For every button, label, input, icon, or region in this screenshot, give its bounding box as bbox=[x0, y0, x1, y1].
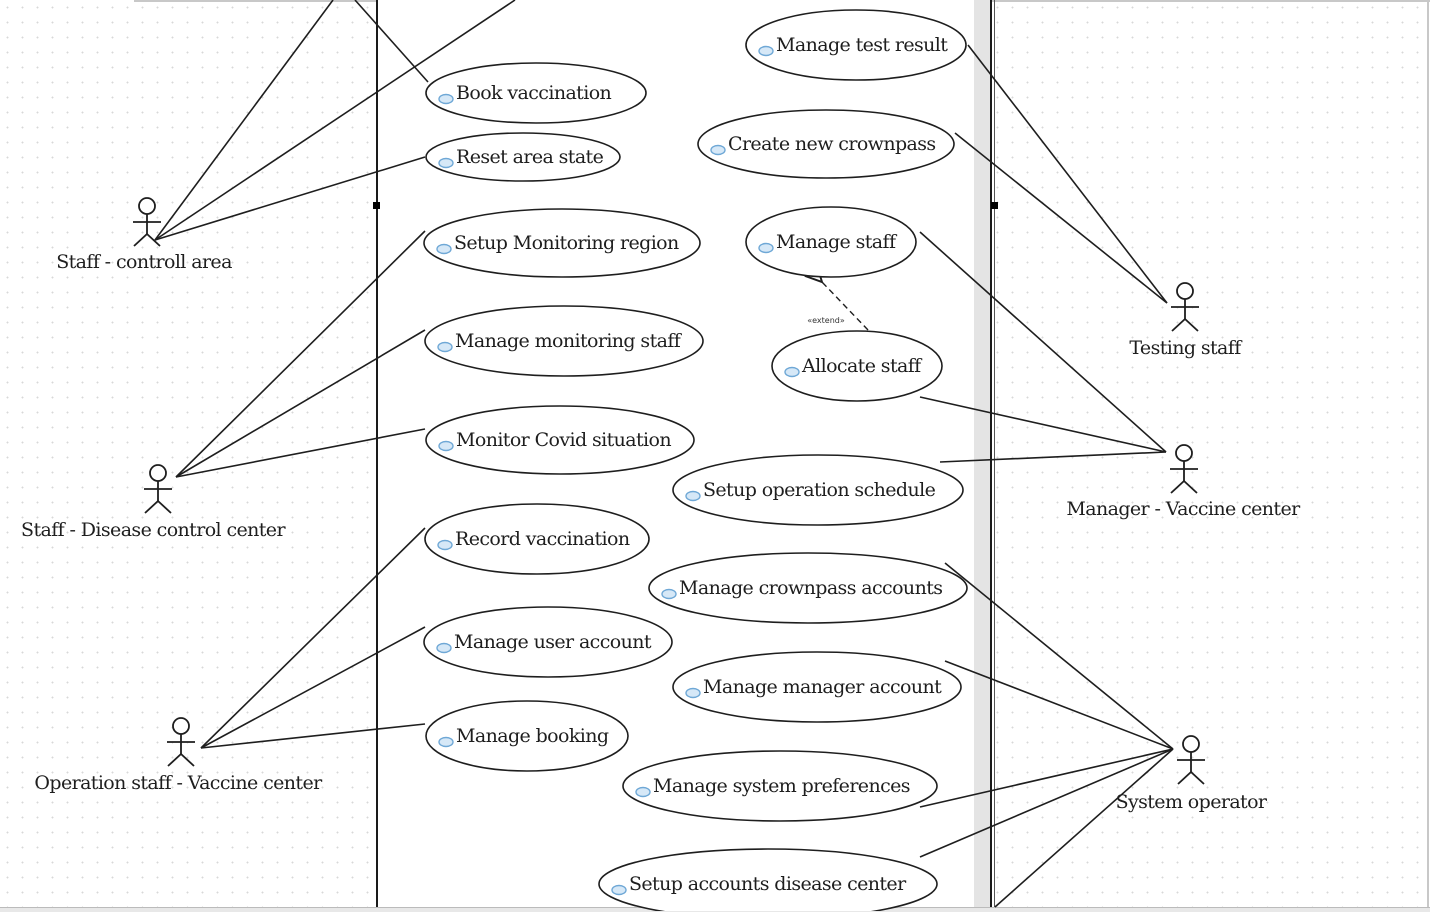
use-case-icon bbox=[758, 242, 774, 254]
use-case[interactable]: Reset area state bbox=[425, 132, 621, 182]
actor[interactable]: Staff - controll area bbox=[56, 197, 233, 273]
association-line[interactable] bbox=[175, 428, 426, 478]
association-line[interactable] bbox=[944, 660, 1174, 750]
use-case[interactable]: Monitor Covid situation bbox=[425, 405, 695, 475]
actor[interactable]: Staff - Disease control center bbox=[21, 464, 287, 541]
association-line[interactable] bbox=[954, 132, 1168, 304]
actor-stick-figure-icon bbox=[167, 717, 195, 767]
use-case-label: Manage booking bbox=[456, 725, 609, 747]
use-case-icon bbox=[438, 157, 454, 169]
use-case-label: Create new crownpass bbox=[728, 133, 936, 155]
actor-stick-figure-icon bbox=[1177, 735, 1205, 785]
association-line[interactable] bbox=[154, 0, 516, 241]
actor-stick-figure-icon bbox=[1171, 282, 1199, 332]
use-case[interactable]: Setup accounts disease center bbox=[598, 848, 938, 911]
actor[interactable]: System operator bbox=[1116, 735, 1269, 813]
use-case-label: Manage test result bbox=[776, 34, 948, 56]
use-case[interactable]: Manage test result bbox=[745, 9, 967, 81]
actor[interactable]: Testing staff bbox=[1129, 282, 1244, 359]
use-case-label: Manage user account bbox=[454, 631, 652, 653]
use-case-label: Setup operation schedule bbox=[703, 479, 936, 501]
use-case-icon bbox=[758, 45, 774, 57]
association-line[interactable] bbox=[200, 626, 426, 749]
use-case-icon bbox=[436, 642, 452, 654]
use-case[interactable]: Manage manager account bbox=[672, 651, 962, 723]
use-case-label: Record vaccination bbox=[455, 528, 630, 550]
use-case-icon bbox=[635, 786, 651, 798]
actor-label: Operation staff - Vaccine center bbox=[34, 772, 323, 794]
use-case[interactable]: Manage staff bbox=[745, 206, 917, 278]
actors-layer: Staff - controll area Staff - Disease con… bbox=[21, 197, 1302, 813]
use-case-label: Monitor Covid situation bbox=[456, 429, 671, 451]
use-case-icon bbox=[437, 341, 453, 353]
extend-stereotype-label: «extend» bbox=[807, 316, 845, 325]
use-case[interactable]: Manage monitoring staff bbox=[424, 305, 704, 377]
use-case[interactable]: Record vaccination bbox=[424, 503, 650, 575]
use-case-icon bbox=[436, 243, 452, 255]
use-case-icon bbox=[784, 366, 800, 378]
use-case-icon bbox=[611, 884, 627, 896]
use-case[interactable]: Setup operation schedule bbox=[672, 454, 964, 526]
association-line[interactable] bbox=[994, 748, 1174, 908]
actor-stick-figure-icon bbox=[1170, 444, 1198, 494]
use-case-icon bbox=[438, 736, 454, 748]
use-case-label: Allocate staff bbox=[801, 355, 923, 377]
use-case-label: Manage staff bbox=[776, 231, 898, 253]
use-case-icon bbox=[438, 93, 454, 105]
use-case[interactable]: Manage crownpass accounts bbox=[648, 552, 968, 624]
actor-stick-figure-icon bbox=[144, 464, 172, 514]
use-case-label: Setup Monitoring region bbox=[454, 232, 679, 254]
actor[interactable]: Manager - Vaccine center bbox=[1066, 444, 1302, 520]
association-line[interactable] bbox=[154, 0, 334, 241]
use-case-icon bbox=[685, 687, 701, 699]
actor-label: Staff - Disease control center bbox=[21, 519, 286, 541]
association-line[interactable] bbox=[154, 156, 426, 241]
use-case[interactable]: Manage user account bbox=[423, 606, 673, 678]
association-line[interactable] bbox=[939, 451, 1167, 463]
actor-label: Staff - controll area bbox=[56, 251, 232, 273]
use-case-icon bbox=[438, 440, 454, 452]
association-line[interactable] bbox=[944, 562, 1174, 750]
use-case[interactable]: Setup Monitoring region bbox=[423, 208, 701, 278]
association-line[interactable] bbox=[200, 723, 426, 749]
use-case[interactable]: Manage booking bbox=[425, 700, 629, 772]
use-case-label: Manage manager account bbox=[703, 676, 942, 698]
association-line[interactable] bbox=[967, 44, 1168, 304]
use-case-diagram: «extend» Book vaccination Reset area stat… bbox=[21, 0, 1302, 911]
use-case-icon bbox=[685, 490, 701, 502]
use-case-icon bbox=[661, 588, 677, 600]
actor-label: System operator bbox=[1116, 791, 1268, 813]
use-case-label: Book vaccination bbox=[456, 82, 612, 104]
use-case[interactable]: Manage system preferences bbox=[622, 750, 938, 822]
association-line[interactable] bbox=[200, 527, 426, 749]
association-line[interactable] bbox=[175, 329, 426, 478]
use-case-icon bbox=[437, 539, 453, 551]
use-case[interactable]: Book vaccination bbox=[425, 62, 647, 124]
use-case-label: Setup accounts disease center bbox=[629, 873, 907, 895]
association-line[interactable] bbox=[919, 396, 1167, 453]
actor-label: Testing staff bbox=[1129, 337, 1243, 359]
use-case-label: Manage monitoring staff bbox=[455, 330, 683, 352]
use-cases-layer: Book vaccination Reset area state Setup Mo… bbox=[423, 9, 968, 911]
use-case-label: Manage system preferences bbox=[653, 775, 910, 797]
use-case-icon bbox=[710, 144, 726, 156]
actor-label: Manager - Vaccine center bbox=[1066, 498, 1301, 520]
use-case[interactable]: Create new crownpass bbox=[697, 109, 955, 179]
use-case[interactable]: Allocate staff bbox=[771, 330, 943, 402]
actor[interactable]: Operation staff - Vaccine center bbox=[34, 717, 324, 794]
association-line[interactable] bbox=[354, 0, 429, 83]
use-case-label: Manage crownpass accounts bbox=[679, 577, 942, 599]
use-case-label: Reset area state bbox=[456, 146, 604, 168]
